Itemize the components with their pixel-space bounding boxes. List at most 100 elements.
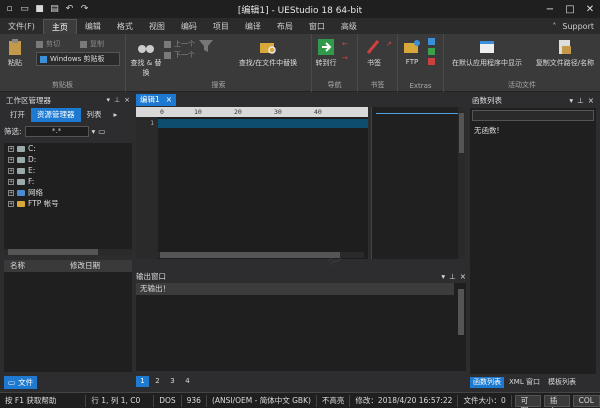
goto-line-button[interactable]: 转到行: [314, 38, 338, 68]
tab-advanced[interactable]: 高级: [333, 19, 365, 34]
tab-list[interactable]: 列表: [81, 108, 108, 122]
open-default-app-button[interactable]: 在默认应用程序中显示: [446, 38, 528, 68]
status-writable[interactable]: 可写: [514, 394, 541, 408]
nav-forward-icon[interactable]: →: [342, 54, 348, 62]
tab-view[interactable]: 视图: [141, 19, 173, 34]
undo-icon[interactable]: ↶: [64, 4, 75, 15]
find-prev-button[interactable]: 上一个: [164, 39, 195, 49]
new-file-icon[interactable]: ▫: [4, 4, 15, 15]
tab-coding[interactable]: 编码: [173, 19, 205, 34]
tab-document[interactable]: 编辑1 ×: [136, 94, 177, 106]
find-next-button[interactable]: 下一个: [164, 50, 195, 60]
open-file-icon[interactable]: ▭: [19, 4, 30, 15]
close-tab-icon[interactable]: ×: [166, 94, 172, 106]
tab-open[interactable]: 打开: [4, 108, 31, 122]
find-in-files-button[interactable]: 查找/在文件中替换: [226, 38, 310, 68]
editor-vscrollbar[interactable]: [458, 107, 465, 259]
sync-error-icon[interactable]: [428, 58, 435, 65]
column-name[interactable]: 名称: [4, 260, 64, 272]
page-tab-4[interactable]: 4: [181, 376, 194, 387]
tab-template-list[interactable]: 模板列表: [545, 377, 579, 388]
tab-home[interactable]: 主页: [42, 19, 77, 34]
tree-node[interactable]: + D:: [4, 154, 132, 165]
pin-icon[interactable]: ⊥: [114, 96, 120, 104]
clipboard-group: 粘贴 剪切 复制 Windows 剪贴板 剪贴板: [0, 34, 126, 92]
chevron-up-icon[interactable]: ˄: [552, 19, 556, 34]
expand-icon[interactable]: +: [8, 200, 14, 207]
close-icon[interactable]: ×: [460, 272, 466, 281]
function-filter-select[interactable]: [472, 110, 594, 121]
column-modified[interactable]: 修改日期: [64, 260, 100, 272]
folder-browse-icon[interactable]: ▭: [98, 127, 105, 136]
filter-dropdown-icon[interactable]: ▾: [92, 127, 96, 136]
minimap[interactable]: [371, 107, 465, 259]
editor-hscrollbar[interactable]: [158, 252, 364, 258]
tab-function-list[interactable]: 函数列表: [470, 377, 504, 388]
output-pages: 1 2 3 4: [136, 376, 194, 387]
status-encoding[interactable]: (ANSI/OEM - 简体中文 GBK): [207, 394, 317, 407]
tree-node[interactable]: + F:: [4, 176, 132, 187]
tree-node[interactable]: + C:: [4, 143, 132, 154]
save-icon[interactable]: ■: [34, 4, 45, 15]
clipboard-select[interactable]: Windows 剪贴板: [36, 52, 120, 66]
status-size: 文件大小：0: [458, 394, 512, 407]
cloud-icon[interactable]: [428, 38, 435, 45]
status-insert[interactable]: 插入: [543, 394, 570, 408]
close-icon[interactable]: ×: [124, 96, 130, 104]
expand-icon[interactable]: +: [8, 189, 14, 196]
output-scrollbar[interactable]: [458, 289, 464, 335]
filter-icon[interactable]: [198, 38, 214, 54]
tab-build[interactable]: 编译: [237, 19, 269, 34]
output-window[interactable]: 无输出！: [136, 283, 466, 371]
tab-explorer[interactable]: 资源管理器: [31, 108, 81, 122]
find-replace-button[interactable]: 查找 & 替换: [130, 38, 162, 78]
expand-icon[interactable]: +: [8, 156, 14, 163]
print-icon[interactable]: ▤: [49, 4, 60, 15]
paste-button[interactable]: 粘贴: [6, 38, 24, 68]
copy-path-button[interactable]: 复制文件路径/名称: [530, 38, 600, 68]
tab-layout[interactable]: 布局: [269, 19, 301, 34]
status-eol[interactable]: DOS: [154, 394, 182, 407]
tree-node[interactable]: + E:: [4, 165, 132, 176]
status-highlight[interactable]: 不高亮: [317, 394, 351, 407]
expand-icon[interactable]: +: [8, 145, 14, 152]
tab-format[interactable]: 格式: [109, 19, 141, 34]
expand-icon[interactable]: +: [8, 167, 14, 174]
bookmark-button[interactable]: 书签: [362, 38, 386, 68]
close-icon[interactable]: ×: [588, 96, 594, 105]
copy-button[interactable]: 复制: [80, 39, 104, 49]
pin-icon[interactable]: ⊥: [577, 96, 584, 105]
filter-input[interactable]: *.*: [24, 125, 89, 137]
dropdown-arrow-icon[interactable]: ▾: [107, 96, 111, 104]
maximize-button[interactable]: □: [560, 0, 580, 18]
tab-edit[interactable]: 编辑: [77, 19, 109, 34]
tab-file[interactable]: 文件(F): [0, 19, 43, 34]
pin-icon[interactable]: ⊥: [449, 272, 456, 281]
page-tab-3[interactable]: 3: [166, 376, 179, 387]
dropdown-arrow-icon[interactable]: ▾: [569, 96, 573, 105]
close-button[interactable]: ✕: [580, 0, 600, 18]
tab-more-icon[interactable]: ▸: [108, 108, 124, 122]
code-editor[interactable]: 1 ≈: [136, 117, 368, 275]
tab-window[interactable]: 窗口: [301, 19, 333, 34]
nav-back-icon[interactable]: ←: [342, 40, 348, 48]
tab-files[interactable]: ▭ 文件: [4, 376, 38, 389]
page-tab-1[interactable]: 1: [136, 376, 149, 387]
minimize-button[interactable]: −: [540, 0, 560, 18]
tab-xml-window[interactable]: XML 窗口: [506, 377, 543, 388]
tree-node[interactable]: + FTP 帐号: [4, 198, 132, 209]
bookmark-next-icon[interactable]: ↗: [386, 40, 392, 48]
cut-button[interactable]: 剪切: [36, 39, 60, 49]
sync-icon[interactable]: [428, 48, 435, 55]
tree-scrollbar[interactable]: [4, 249, 132, 255]
expand-icon[interactable]: +: [8, 178, 14, 185]
tree-node[interactable]: + 网络: [4, 187, 132, 198]
ftp-button[interactable]: FTP: [402, 38, 422, 66]
status-codepage[interactable]: 936: [182, 394, 207, 407]
dropdown-arrow-icon[interactable]: ▾: [441, 272, 445, 281]
redo-icon[interactable]: ↷: [79, 4, 90, 15]
page-tab-2[interactable]: 2: [151, 376, 164, 387]
support-link[interactable]: Support: [562, 19, 594, 34]
status-col[interactable]: COL: [572, 394, 600, 407]
tab-project[interactable]: 项目: [205, 19, 237, 34]
